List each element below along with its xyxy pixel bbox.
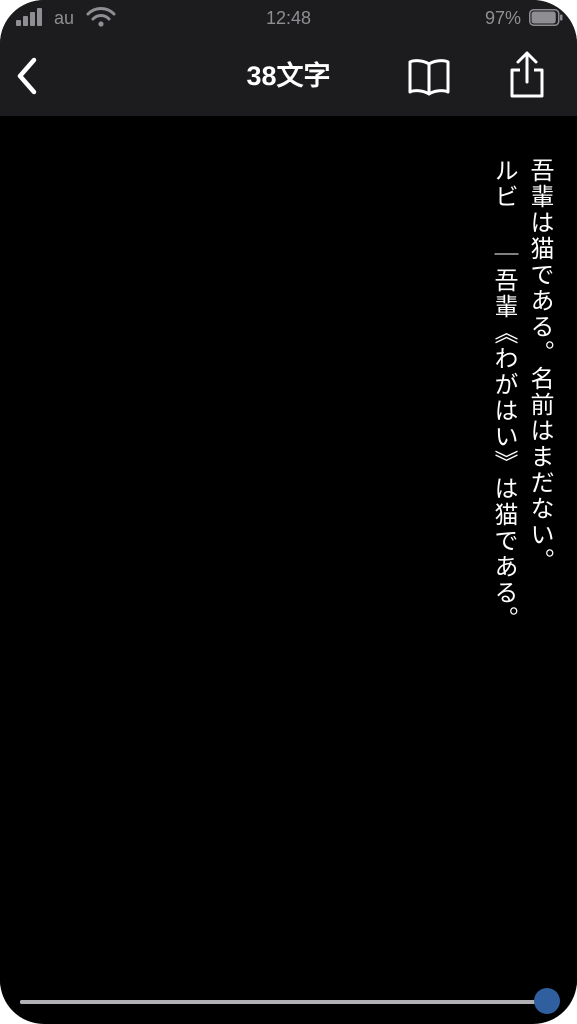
share-icon[interactable]: [502, 50, 552, 100]
page-title: 38文字: [246, 61, 331, 91]
status-bar: au 12:48 97%: [0, 0, 577, 36]
progress-thumb[interactable]: [534, 988, 560, 1014]
book-icon[interactable]: [404, 56, 454, 98]
phone-screen: au 12:48 97% 38文字 吾輩は猫である。名前はまだない。 ルビ ｜吾…: [0, 0, 577, 1024]
progress-slider[interactable]: [20, 1000, 548, 1004]
ruby-example-text: ｜吾輩《わがはい》は猫である。: [490, 241, 518, 632]
reader-view[interactable]: 吾輩は猫である。名前はまだない。 ルビ ｜吾輩《わがはい》は猫である。: [0, 116, 577, 986]
text-line-1: 吾輩は猫である。名前はまだない。: [526, 158, 554, 574]
navigation-bar: 38文字: [0, 36, 577, 116]
text-line-2-container: ルビ ｜吾輩《わがはい》は猫である。: [489, 158, 519, 698]
ruby-label: ルビ: [490, 158, 518, 210]
battery-icon: [529, 9, 563, 26]
progress-fill: [20, 1000, 548, 1004]
battery-percent: 97%: [484, 8, 521, 28]
